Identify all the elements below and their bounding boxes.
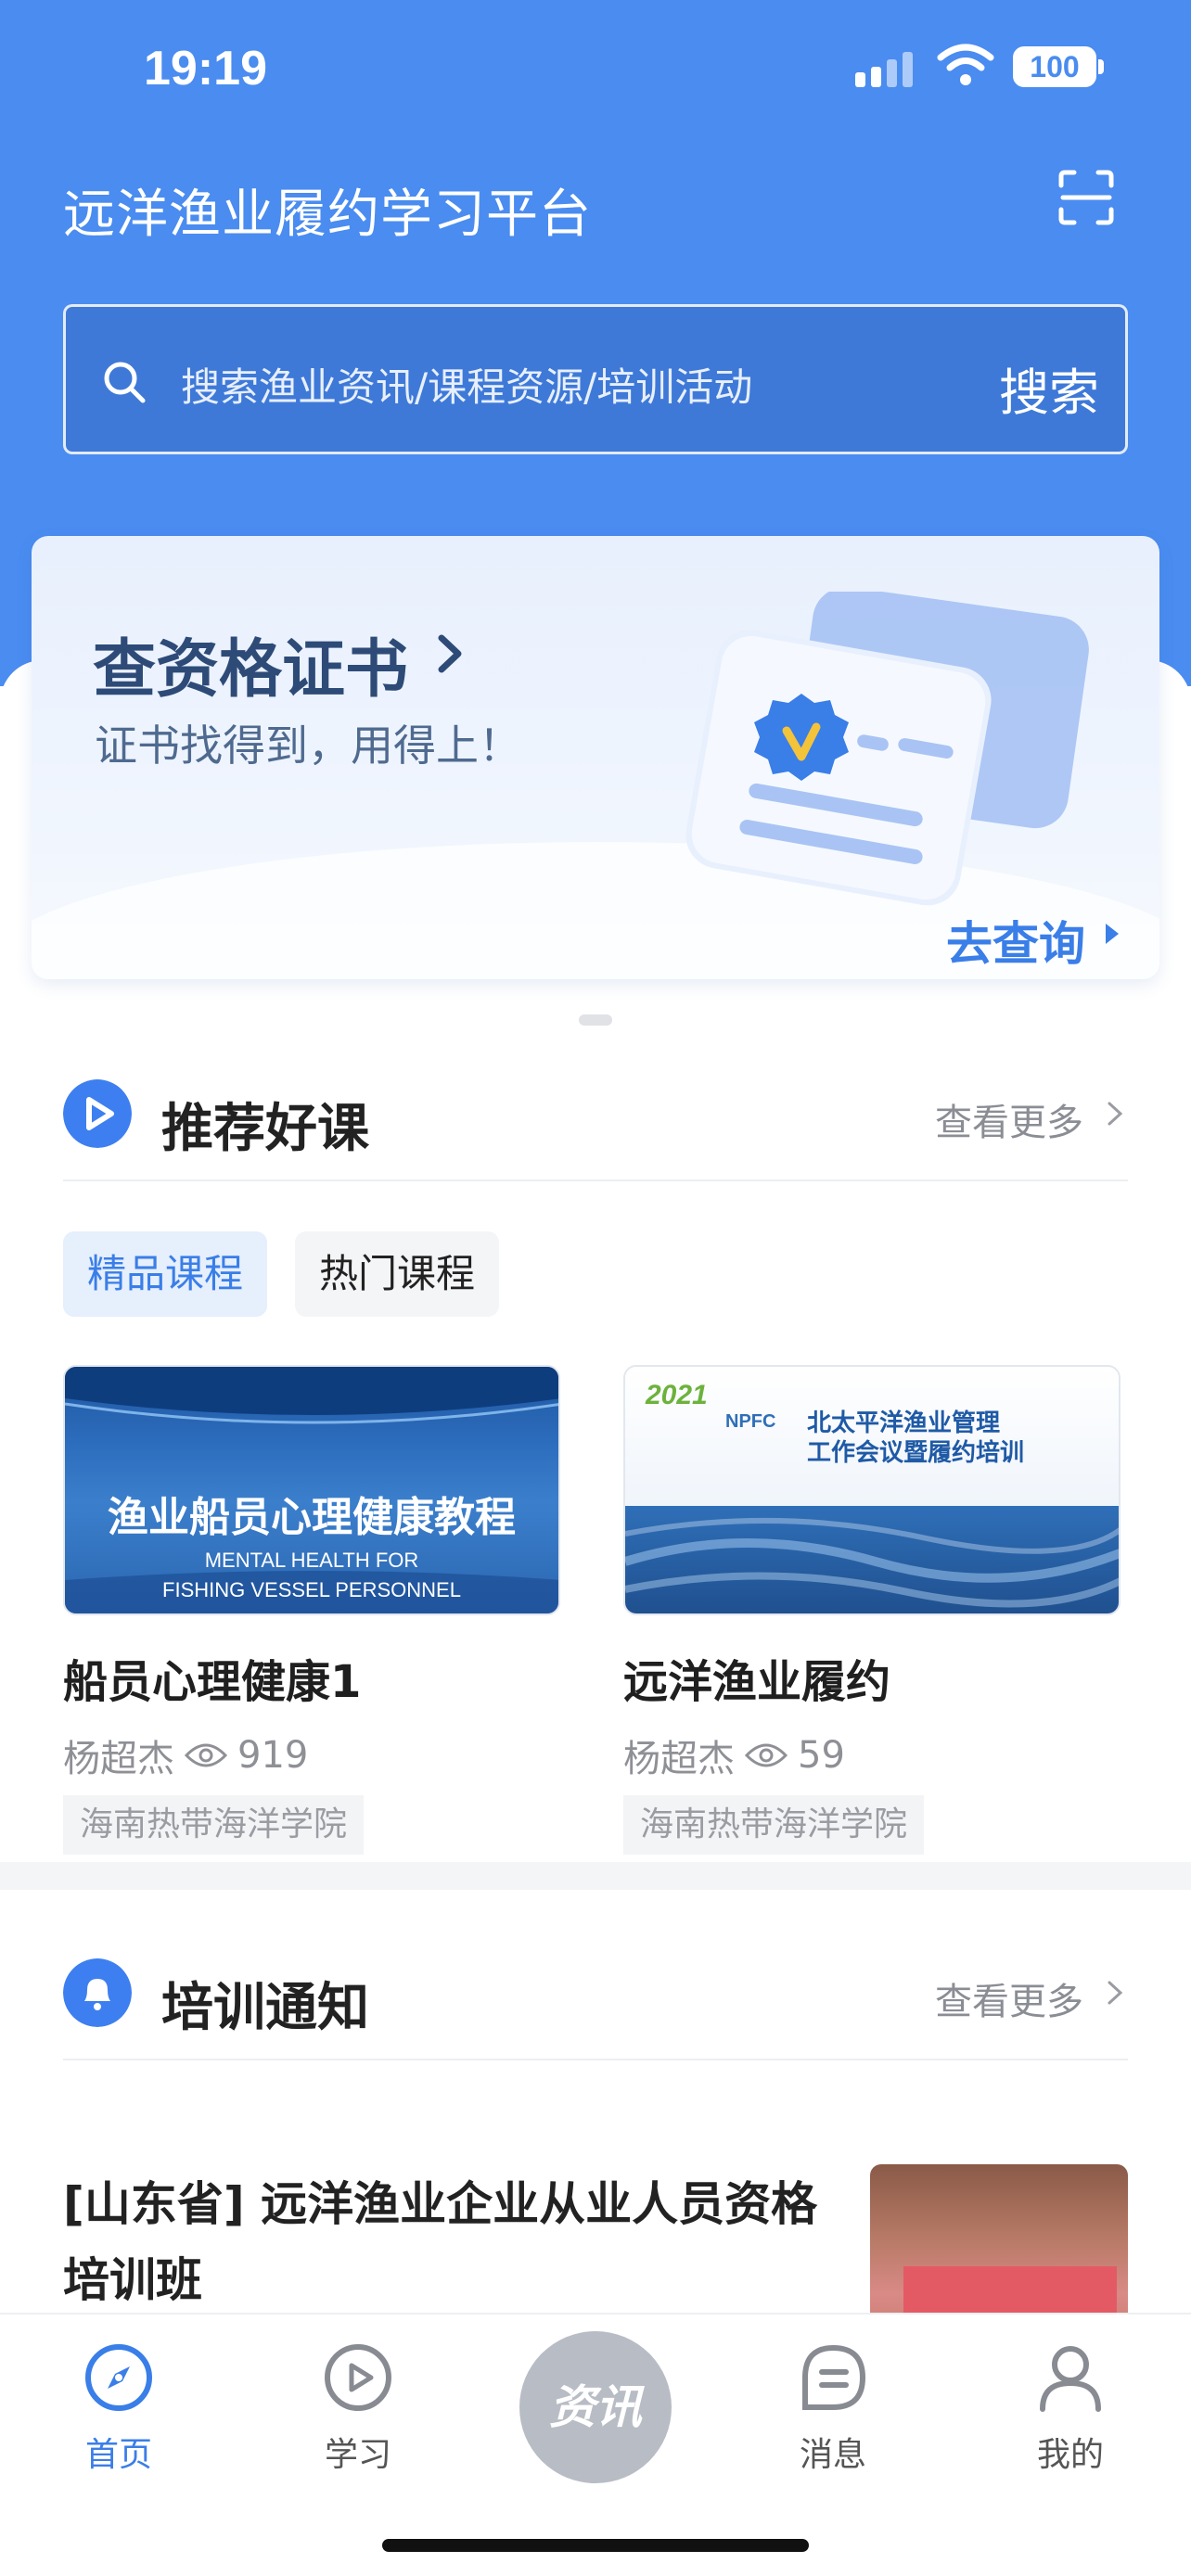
thumbnail-subtitle-en: FISHING VESSEL PERSONNEL <box>162 1578 461 1601</box>
course-card[interactable]: 渔业船员心理健康教程 MENTAL HEALTH FOR FISHING VES… <box>63 1365 560 1855</box>
bottom-navigation: 首页 学习 资讯 消息 我的 <box>0 2313 1191 2576</box>
eye-icon <box>744 1743 788 1767</box>
section-title: 培训通知 <box>161 1978 369 2038</box>
banner-subtitle: 证书找得到，用得上！ <box>95 721 521 771</box>
query-link[interactable]: 去查询 <box>946 907 1085 974</box>
bell-icon <box>63 1958 132 2027</box>
chevron-right-icon[interactable] <box>1106 1098 1124 1129</box>
search-input[interactable]: 搜索渔业资讯/课程资源/培训活动 <box>181 356 752 413</box>
search-bar[interactable]: 搜索渔业资讯/课程资源/培训活动 搜索 <box>63 304 1128 454</box>
see-more-link[interactable]: 查看更多 <box>935 1971 1083 2025</box>
nav-item-home[interactable]: 首页 <box>45 2342 193 2476</box>
home-indicator[interactable] <box>382 2539 809 2552</box>
play-icon <box>63 1079 132 1148</box>
view-count: 919 <box>237 1734 309 1777</box>
course-title[interactable]: 船员心理健康1 <box>63 1645 560 1710</box>
view-count: 59 <box>798 1734 845 1777</box>
status-bar: 19:19 100 <box>0 0 1191 139</box>
tab-premium-courses[interactable]: 精品课程 <box>63 1231 268 1317</box>
nav-label: 学习 <box>324 2436 391 2474</box>
thumbnail-title-line2: 工作会议暨履约培训 <box>807 1439 1025 1467</box>
fish-school-graphic <box>625 1506 1119 1613</box>
training-header: 培训通知 查看更多 <box>63 1958 1128 2060</box>
certificate-illustration-icon <box>685 592 1089 906</box>
section-title: 推荐好课 <box>161 1099 369 1159</box>
wifi-icon <box>937 44 994 85</box>
thumbnail-year: 2021 <box>646 1380 708 1410</box>
compass-icon <box>85 2344 152 2411</box>
cellular-signal-icon <box>855 50 913 87</box>
npfc-logo-text: NPFC <box>725 1411 776 1432</box>
course-thumbnail[interactable]: 渔业船员心理健康教程 MENTAL HEALTH FOR FISHING VES… <box>63 1365 560 1615</box>
nav-label: 首页 <box>84 2436 152 2474</box>
battery-indicator: 100 <box>1013 46 1096 87</box>
nav-label: 消息 <box>799 2436 866 2474</box>
thumbnail-title: 渔业船员心理健康教程 <box>108 1494 516 1541</box>
course-thumbnail[interactable]: 2021 NPFC 北太平洋渔业管理 工作会议暨履约培训 <box>623 1365 1121 1615</box>
play-circle-icon <box>325 2344 391 2411</box>
search-icon <box>104 362 146 403</box>
play-triangle-icon <box>1106 924 1119 944</box>
tab-popular-courses[interactable]: 热门课程 <box>295 1231 500 1317</box>
course-card[interactable]: 2021 NPFC 北太平洋渔业管理 工作会议暨履约培训 远洋渔业履约 杨超杰 … <box>623 1365 1121 1855</box>
news-center-button[interactable]: 资讯 <box>519 2331 672 2483</box>
fish-pattern <box>625 1517 1119 1608</box>
recommend-header: 推荐好课 查看更多 <box>63 1079 1128 1181</box>
course-title[interactable]: 远洋渔业履约 <box>623 1645 1121 1710</box>
nav-item-learn[interactable]: 学习 <box>284 2342 432 2476</box>
banner-title: 查资格证书 <box>93 633 409 707</box>
chevron-right-icon[interactable] <box>1106 1977 1124 2009</box>
see-more-link[interactable]: 查看更多 <box>935 1092 1083 1146</box>
nav-item-profile[interactable]: 我的 <box>996 2342 1145 2476</box>
carousel-indicator <box>579 1014 612 1026</box>
thumbnail-subtitle-en: MENTAL HEALTH FOR <box>204 1549 419 1572</box>
course-author: 杨超杰 <box>63 1738 174 1780</box>
certificate-banner[interactable]: 查资格证书 证书找得到，用得上！ 去查询 <box>32 536 1159 979</box>
school-tag: 海南热带海洋学院 <box>63 1795 365 1855</box>
notice-title[interactable]: [山东省] 远洋渔业企业从业人员资格培训班 <box>63 2166 842 2318</box>
school-tag: 海南热带海洋学院 <box>623 1795 925 1855</box>
app-title: 远洋渔业履约学习平台 <box>63 185 592 245</box>
scan-icon[interactable] <box>1057 169 1115 226</box>
chevron-right-icon <box>438 634 462 673</box>
battery-cap <box>1098 59 1104 74</box>
status-time: 19:19 <box>144 42 267 96</box>
search-button[interactable]: 搜索 <box>999 351 1099 425</box>
course-author: 杨超杰 <box>623 1738 735 1780</box>
nav-item-messages[interactable]: 消息 <box>759 2342 907 2476</box>
nav-label: 我的 <box>1036 2436 1104 2474</box>
user-icon <box>1040 2346 1101 2412</box>
section-divider <box>0 1862 1191 1890</box>
course-meta: 杨超杰 919 <box>63 1728 560 1782</box>
message-icon <box>802 2344 866 2410</box>
course-meta: 杨超杰 59 <box>623 1728 1121 1782</box>
eye-icon <box>184 1743 228 1767</box>
